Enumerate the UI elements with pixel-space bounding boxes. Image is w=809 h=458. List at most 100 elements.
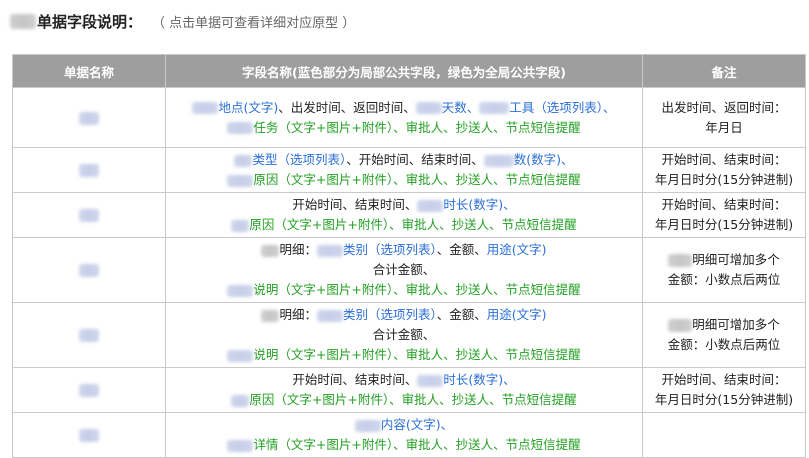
- redacted-text: [231, 394, 250, 407]
- redacted-text: [415, 102, 442, 114]
- redacted-text: [261, 244, 280, 257]
- document-name-link[interactable]: [12, 302, 166, 368]
- note-cell: [642, 412, 806, 458]
- table-row: 明细： 类别（选项列表）、金额、用途(文字) 合计金额、说明（文字+图片+附件）、审…: [12, 237, 806, 303]
- field-text: 、出发时间、返回时间、: [278, 99, 416, 115]
- section-title: 单据字段说明：: [37, 12, 143, 31]
- global-field: 原因（文字+图片+附件）、审批人、抄送人、节点短信提醒: [253, 172, 581, 187]
- local-field: 时长(数字)、: [443, 197, 516, 212]
- local-field: 类型（选项列表）: [252, 152, 347, 167]
- field-line: 开始时间、结束时间、 时长(数字)、: [169, 195, 639, 215]
- note-line: 年月日: [646, 118, 802, 138]
- redacted-text: [231, 219, 250, 232]
- field-line: 明细： 类别（选项列表）、金额、用途(文字): [169, 240, 639, 260]
- note-text: 出发时间、返回时间：: [661, 99, 787, 115]
- note-line: 年月日时分(15分钟进制): [646, 170, 802, 190]
- global-field: 原因（文字+图片+附件）、审批人、抄送人、节点短信提醒: [249, 217, 577, 232]
- global-field: 原因（文字+图片+附件）、审批人、抄送人、节点短信提醒: [249, 392, 577, 407]
- note-line: 开始时间、结束时间：: [646, 370, 802, 390]
- redacted-text: [227, 349, 254, 362]
- redacted-text: [479, 102, 510, 114]
- note-line: 出发时间、返回时间：: [646, 98, 802, 118]
- document-name-link[interactable]: [12, 87, 166, 148]
- global-field: 任务（文字+图片+附件）、审批人、抄送人、节点短信提醒: [253, 119, 581, 135]
- field-line: 说明（文字+图片+附件）、审批人、抄送人、节点短信提醒: [169, 345, 639, 365]
- field-line: 明细： 类别（选项列表）、金额、用途(文字): [169, 305, 639, 325]
- redacted-text: [668, 254, 693, 267]
- note-cell: 明细可增加多个金额：小数点后两位: [642, 237, 806, 303]
- note-text: 开始时间、结束时间：: [661, 372, 787, 387]
- document-name-link[interactable]: [12, 147, 166, 193]
- redacted-text: [79, 209, 99, 222]
- field-list: 开始时间、结束时间、 时长(数字)、原因（文字+图片+附件）、审批人、抄送人、节点…: [165, 367, 643, 413]
- document-name-link[interactable]: [12, 192, 166, 238]
- note-text: 开始时间、结束时间：: [661, 197, 787, 212]
- note-text: 明细可增加多个: [692, 252, 780, 267]
- note-line: 明细可增加多个: [646, 250, 802, 270]
- redacted-text: [234, 154, 253, 167]
- field-list: 开始时间、结束时间、 时长(数字)、原因（文字+图片+附件）、审批人、抄送人、节点…: [165, 192, 643, 238]
- field-line: 详情（文字+图片+附件）、审批人、抄送人、节点短信提醒: [169, 435, 639, 455]
- field-text: 、金额、: [436, 242, 487, 257]
- redacted-text: [668, 319, 693, 332]
- redacted-text: [227, 284, 254, 297]
- field-line: 原因（文字+图片+附件）、审批人、抄送人、节点短信提醒: [169, 390, 639, 410]
- field-text: 明细：: [279, 307, 317, 322]
- table-row: 明细： 类别（选项列表）、金额、用途(文字) 合计金额、 说明（文字+图片+附件）、审…: [12, 302, 806, 368]
- local-field: 工具（选项列表）、: [509, 99, 616, 115]
- column-header-name: 单据名称: [12, 54, 166, 88]
- document-name-link[interactable]: [12, 367, 166, 413]
- field-list: 明细： 类别（选项列表）、金额、用途(文字) 合计金额、说明（文字+图片+附件）、审…: [165, 237, 643, 303]
- document-name-link[interactable]: [12, 412, 166, 458]
- note-line: 金额：小数点后两位: [646, 335, 802, 355]
- local-field: 内容(文字)、: [380, 417, 454, 432]
- global-field: 说明（文字+图片+附件）、审批人、抄送人、节点短信提醒: [253, 347, 581, 362]
- field-line: 类型（选项列表）、开始时间、结束时间、 数(数字)、: [169, 150, 639, 170]
- document-name-link[interactable]: [12, 237, 166, 303]
- redacted-text: [227, 122, 254, 134]
- note-cell: 开始时间、结束时间： 年月日时分(15分钟进制): [642, 367, 806, 413]
- note-line: 开始时间、结束时间：: [646, 150, 802, 170]
- field-line: 开始时间、结束时间、 时长(数字)、: [169, 370, 639, 390]
- note-text: 年月日: [705, 119, 743, 135]
- field-line: 说明（文字+图片+附件）、审批人、抄送人、节点短信提醒: [169, 280, 639, 300]
- field-text: 、金额、: [436, 307, 487, 322]
- column-header-note: 备注: [642, 54, 806, 88]
- field-table: 单据名称 字段名称(蓝色部分为局部公共字段，绿色为全局公共字段) 备注 地点(文…: [12, 54, 806, 458]
- redacted-text: [227, 174, 254, 187]
- redacted-text: [316, 244, 343, 257]
- field-line: 原因（文字+图片+附件）、审批人、抄送人、节点短信提醒: [169, 215, 639, 235]
- local-field: 类别（选项列表）: [342, 307, 437, 322]
- field-text: 开始时间、结束时间、: [292, 197, 418, 212]
- local-field: 地点(文字): [218, 99, 279, 115]
- field-text: 合计金额、: [372, 327, 436, 342]
- redacted-text: [227, 439, 254, 452]
- table-row: 类型（选项列表）、开始时间、结束时间、 数(数字)、原因（文字+图片+附件）、审批…: [12, 147, 806, 193]
- note-line: 年月日时分(15分钟进制): [646, 215, 802, 235]
- field-line: 合计金额、: [169, 260, 639, 280]
- field-text: 明细：: [279, 242, 317, 257]
- column-header-fields: 字段名称(蓝色部分为局部公共字段，绿色为全局公共字段): [165, 54, 643, 88]
- redacted-text: [79, 111, 99, 125]
- field-text: 合计金额、: [372, 262, 436, 277]
- note-line: 开始时间、结束时间：: [646, 195, 802, 215]
- note-line: 明细可增加多个: [646, 315, 802, 335]
- note-text: 年月日时分(15分钟进制): [654, 392, 794, 407]
- note-text: 开始时间、结束时间：: [661, 152, 787, 167]
- note-text: 明细可增加多个: [692, 317, 780, 332]
- redacted-text: [79, 264, 99, 277]
- note-text: 金额：小数点后两位: [667, 337, 781, 352]
- local-field: 时长(数字)、: [443, 372, 516, 387]
- note-line: 金额：小数点后两位: [646, 270, 802, 290]
- field-line: 原因（文字+图片+附件）、审批人、抄送人、节点短信提醒: [169, 170, 639, 190]
- note-text: 年月日时分(15分钟进制): [654, 217, 794, 232]
- redacted-text: [79, 384, 99, 397]
- redacted-text: [79, 329, 99, 342]
- field-list: 内容(文字)、详情（文字+图片+附件）、审批人、抄送人、节点短信提醒: [165, 412, 643, 458]
- redacted-text: [417, 199, 444, 212]
- note-text: 金额：小数点后两位: [667, 272, 781, 287]
- note-text: 年月日时分(15分钟进制): [654, 172, 794, 187]
- note-cell: 开始时间、结束时间： 年月日时分(15分钟进制): [642, 147, 806, 193]
- table-row: 开始时间、结束时间、 时长(数字)、原因（文字+图片+附件）、审批人、抄送人、节点…: [12, 367, 806, 413]
- redacted-text: [483, 154, 514, 167]
